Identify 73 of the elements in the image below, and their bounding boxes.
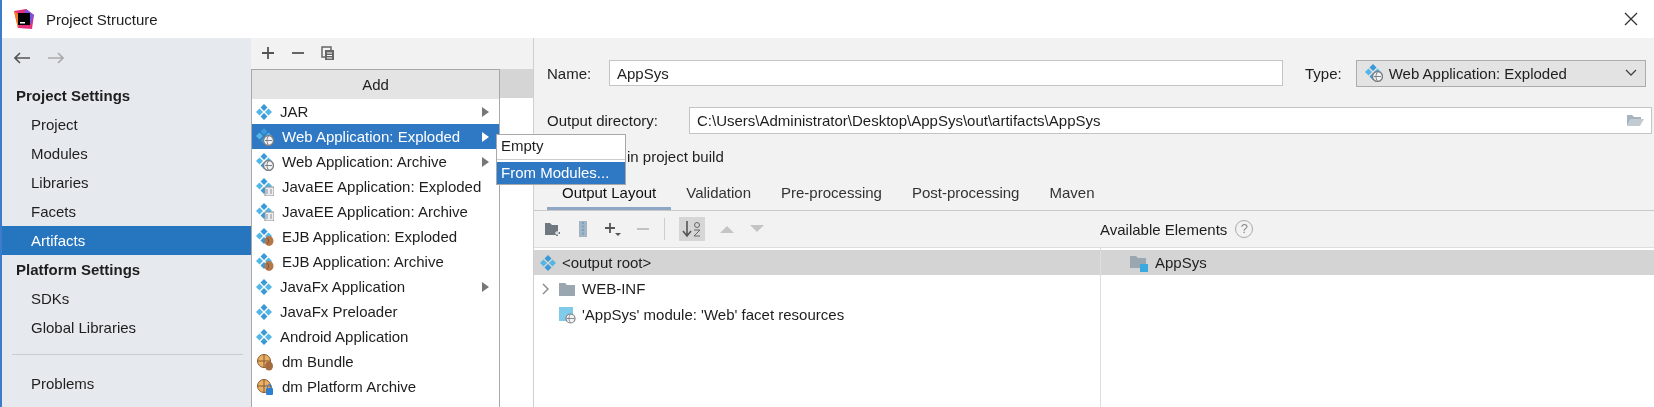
folder-open-icon [1626, 113, 1644, 127]
menu-item[interactable]: dm Platform Archive [252, 374, 499, 399]
tree-row[interactable]: AppSys [1101, 250, 1654, 275]
chevron-down-icon [1624, 69, 1637, 77]
menu-item[interactable]: Web Application: Archive [252, 149, 499, 174]
field-label: Type: [1305, 64, 1342, 82]
sort-alphabetical-icon [682, 220, 702, 238]
sidebar-item[interactable]: Global Libraries [2, 313, 251, 342]
copy-icon[interactable] [321, 46, 335, 61]
type-dropdown[interactable]: Web Application: Exploded [1355, 59, 1646, 87]
artifact-icon [256, 278, 272, 295]
new-folder-icon[interactable] [544, 221, 562, 237]
tab[interactable]: Pre-processing [766, 179, 897, 210]
section-heading: Project Settings [15, 86, 132, 106]
tree-row[interactable]: WEB-INF [534, 276, 1100, 301]
artifact-icon [256, 103, 272, 120]
tab[interactable]: Maven [1034, 179, 1110, 210]
javaee-artifact-icon [256, 177, 274, 196]
checkbox-label: in project build [627, 147, 725, 167]
web-artifact-icon [1364, 64, 1383, 82]
menu-item[interactable]: Web Application: Exploded [252, 124, 499, 149]
bundle-icon [256, 352, 274, 371]
menu-item[interactable]: Android Application [252, 324, 499, 349]
menu-item[interactable]: JavaFx Application [252, 274, 499, 299]
sidebar-item[interactable]: Problems [2, 369, 251, 398]
section-title: Available Elements [1100, 220, 1228, 238]
sidebar-item[interactable]: Artifacts [2, 226, 251, 255]
app-logo-icon [14, 9, 34, 29]
add-dropdown-icon[interactable] [604, 221, 622, 237]
menu-item[interactable]: dm Bundle [252, 349, 499, 374]
field-label: Output directory: [547, 111, 659, 129]
sidebar-item[interactable]: SDKs [2, 284, 251, 313]
name-field[interactable]: AppSys [609, 60, 1283, 86]
menu-item[interactable]: From Modules... [497, 162, 625, 184]
menu-item[interactable]: JavaEE Application: Exploded [252, 174, 499, 199]
web-artifact-icon [256, 152, 274, 171]
sidebar-item[interactable]: Project [2, 110, 251, 139]
tab[interactable]: Validation [671, 179, 766, 210]
folder-icon [558, 280, 576, 297]
menu-item[interactable]: EJB Application: Exploded [252, 224, 499, 249]
expand-chevron-icon[interactable] [541, 282, 551, 295]
field-label: Name: [547, 64, 593, 82]
web-resources-icon [558, 305, 576, 324]
menu-title: Add [252, 70, 499, 99]
menu-item[interactable]: JavaEE Application: Archive [252, 199, 499, 224]
module-folder-icon [1129, 253, 1149, 272]
artifact-icon [540, 254, 556, 271]
javaee-artifact-icon [256, 202, 274, 221]
tab[interactable]: Post-processing [896, 179, 1035, 210]
artifact-icon [256, 303, 272, 320]
sort-button[interactable] [679, 217, 705, 241]
section-heading: Platform Settings [15, 260, 142, 280]
window-title: Project Structure [46, 10, 158, 28]
menu-item[interactable]: JavaFx Preloader [252, 299, 499, 324]
menu-item[interactable]: JAR [252, 99, 499, 124]
back-arrow-icon[interactable] [14, 52, 30, 64]
sidebar-item[interactable]: Modules [2, 139, 251, 168]
output-directory-field[interactable]: C:\Users\Administrator\Desktop\AppSys\out\artifacts\AppSys [689, 106, 1652, 134]
add-icon[interactable] [261, 46, 275, 61]
menu-item[interactable]: EJB Application: Archive [252, 249, 499, 274]
close-icon[interactable] [1624, 12, 1638, 26]
ejb-artifact-icon [256, 227, 274, 246]
sidebar-item[interactable]: Libraries [2, 168, 251, 197]
archive-icon[interactable] [576, 221, 590, 237]
menu-item[interactable]: Empty [497, 135, 625, 157]
sidebar-item[interactable]: Facets [2, 197, 251, 226]
tree-row[interactable]: <output root> [534, 250, 1100, 275]
web-artifact-icon [256, 127, 274, 146]
tab[interactable]: Output Layout [547, 179, 672, 210]
platform-archive-icon [256, 377, 274, 396]
artifact-icon [256, 328, 272, 345]
tree-row[interactable]: 'AppSys' module: 'Web' facet resources [534, 302, 1100, 327]
ejb-artifact-icon [256, 252, 274, 271]
